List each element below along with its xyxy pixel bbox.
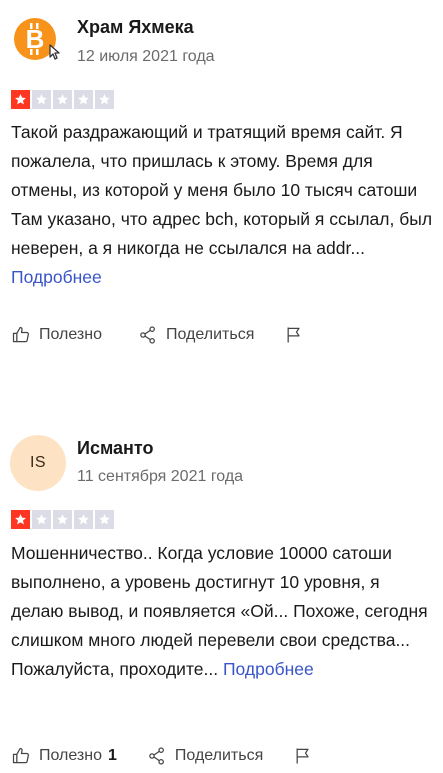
review-actions: Полезно Поделиться xyxy=(11,325,304,345)
share-button[interactable]: Поделиться xyxy=(138,325,254,345)
share-icon xyxy=(149,747,164,765)
helpful-count: 1 xyxy=(108,747,117,764)
avatar[interactable]: B xyxy=(10,12,66,68)
read-more-link[interactable]: Подробнее xyxy=(11,267,102,287)
star-icon xyxy=(32,90,51,109)
flag-icon xyxy=(296,748,309,764)
star-icon xyxy=(11,510,30,529)
star-icon xyxy=(11,90,30,109)
share-button[interactable]: Поделиться xyxy=(147,746,263,766)
review-text: Такой раздражающий и тратящий время сайт… xyxy=(11,118,436,292)
share-label: Поделиться xyxy=(166,326,255,343)
helpful-label: Полезно xyxy=(39,326,102,343)
review-body: Мошенничество.. Когда условие 10000 сато… xyxy=(11,543,428,679)
bitcoin-icon: B xyxy=(14,18,60,60)
star-icon xyxy=(53,510,72,529)
thumbs-up-icon xyxy=(12,747,29,764)
star-rating xyxy=(11,90,114,109)
star-icon xyxy=(53,90,72,109)
report-button[interactable] xyxy=(293,746,313,766)
star-icon xyxy=(95,510,114,529)
helpful-label: Полезно xyxy=(39,747,102,764)
review-date: 11 сентября 2021 года xyxy=(77,468,244,485)
avatar-initials: IS xyxy=(29,454,47,471)
read-more-link[interactable]: Подробнее xyxy=(223,659,314,679)
review-body: Такой раздражающий и тратящий время сайт… xyxy=(11,122,433,258)
star-rating xyxy=(11,510,114,529)
star-icon xyxy=(95,90,114,109)
review-actions: Полезно 1 Поделиться xyxy=(11,746,313,766)
flag-icon xyxy=(287,327,300,343)
author-name[interactable]: Храм Яхмека xyxy=(77,17,194,38)
helpful-button[interactable]: Полезно xyxy=(11,325,108,345)
star-icon xyxy=(74,510,93,529)
review-text: Мошенничество.. Когда условие 10000 сато… xyxy=(11,539,436,684)
review-date: 12 июля 2021 года xyxy=(77,48,215,65)
star-icon xyxy=(74,90,93,109)
author-name[interactable]: Исманто xyxy=(77,438,153,459)
star-icon xyxy=(32,510,51,529)
helpful-button[interactable]: Полезно 1 xyxy=(11,746,117,766)
share-label: Поделиться xyxy=(174,747,264,764)
thumbs-up-icon xyxy=(12,326,29,343)
share-icon xyxy=(140,326,155,344)
report-button[interactable] xyxy=(284,325,304,345)
avatar[interactable]: IS xyxy=(10,435,66,491)
svg-text:B: B xyxy=(26,24,45,54)
